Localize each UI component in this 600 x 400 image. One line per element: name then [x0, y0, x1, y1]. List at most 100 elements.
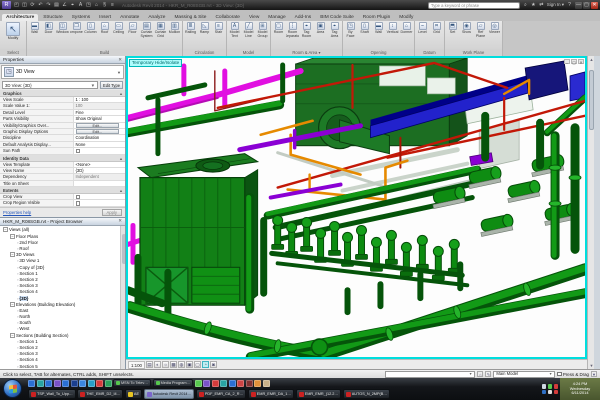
thin-lines-icon[interactable]: ≡: [109, 2, 116, 9]
tab-structure[interactable]: Structure: [39, 14, 66, 21]
tray-icon[interactable]: [548, 384, 553, 389]
viewer-button[interactable]: ◎Viewer: [488, 22, 501, 35]
quick-launch-icon[interactable]: [62, 380, 69, 387]
tab-add-ins[interactable]: Add-Ins: [291, 14, 316, 21]
shadows-icon[interactable]: ▩: [170, 361, 177, 368]
property-value[interactable]: [73, 194, 126, 199]
section-icon[interactable]: §: [101, 2, 108, 9]
taskbar-toolbar-button[interactable]: MSN To Telev…: [113, 379, 151, 387]
quick-launch-icon[interactable]: [45, 380, 52, 387]
view-minimize-button[interactable]: ‒: [564, 59, 570, 64]
property-value[interactable]: 100: [73, 103, 126, 108]
area-button[interactable]: ▣Area: [314, 22, 327, 35]
save-icon[interactable]: ◫: [21, 2, 28, 9]
component-button[interactable]: ❒Component: [70, 22, 83, 35]
section-header-extents[interactable]: Extents▴: [0, 187, 125, 194]
task-button[interactable]: PDF_EMR_CA_2_R…: [196, 389, 246, 399]
tab-insert[interactable]: Insert: [95, 14, 115, 21]
properties-help-link[interactable]: Properties help: [3, 210, 31, 215]
task-button[interactable]: AE: [125, 389, 142, 399]
exchange-icon[interactable]: ⇄: [538, 2, 545, 9]
press-drag-checkbox[interactable]: Press & Drag: [557, 372, 589, 377]
tab-analyze[interactable]: Analyze: [144, 14, 169, 21]
property-value[interactable]: [73, 181, 126, 186]
tab-view[interactable]: View: [245, 14, 263, 21]
tab-collaborate[interactable]: Collaborate: [211, 14, 244, 21]
close-icon[interactable]: ✕: [118, 218, 122, 224]
quick-launch-icon[interactable]: [28, 380, 35, 387]
quick-launch-icon[interactable]: [88, 380, 95, 387]
redo-icon[interactable]: ↷: [45, 2, 52, 9]
section-header-identity-data[interactable]: Identity Data▴: [0, 155, 125, 162]
tray-icon[interactable]: [554, 384, 559, 389]
taskbar-toolbar-button[interactable]: Media Program…: [153, 379, 194, 387]
shaft-button[interactable]: ▯Shaft: [358, 22, 371, 35]
close-icon[interactable]: ✕: [118, 57, 122, 63]
start-button[interactable]: [3, 379, 22, 398]
sign-in-button[interactable]: Sign In ▾: [547, 2, 564, 8]
quick-launch-icon[interactable]: [195, 380, 202, 387]
checkbox[interactable]: [76, 201, 81, 206]
tab-massing-site[interactable]: Massing & Site: [170, 14, 210, 21]
3d-view-canvas[interactable]: Temporary Hide/Isolate ‒▢✕: [126, 56, 587, 359]
detail-level-icon[interactable]: ▤: [146, 361, 153, 368]
property-value[interactable]: None: [73, 142, 126, 147]
view-restore-button[interactable]: ▢: [571, 59, 577, 64]
level-button[interactable]: ⎯Level: [416, 22, 429, 35]
view-scale-button[interactable]: 1:100: [128, 361, 145, 369]
view-close-button[interactable]: ✕: [578, 59, 584, 64]
railing-button[interactable]: ≣Railing: [184, 22, 197, 35]
quick-launch-icon[interactable]: [229, 380, 236, 387]
editable-only-icon[interactable]: ✎: [485, 371, 491, 377]
checkbox[interactable]: [76, 149, 81, 154]
tag-room-button[interactable]: ⌖Tag Room: [300, 22, 313, 39]
ceiling-button[interactable]: ▭Ceiling: [112, 22, 125, 35]
quick-launch-icon[interactable]: [96, 380, 103, 387]
design-option-combo[interactable]: Main Model▼: [493, 371, 555, 378]
sync-icon[interactable]: ⟳: [29, 2, 36, 9]
property-value[interactable]: Coordination: [73, 135, 126, 140]
curtain-grid-button[interactable]: ▦Curtain Grid: [154, 22, 167, 39]
property-value[interactable]: {3D}: [73, 168, 126, 173]
quick-launch-icon[interactable]: [71, 380, 78, 387]
maximize-button[interactable]: ▢: [583, 2, 590, 9]
collapse-icon[interactable]: ▴: [120, 187, 122, 193]
section-header-graphics[interactable]: Graphics▴: [0, 90, 125, 97]
grid-button[interactable]: ⌗Grid: [430, 22, 443, 35]
3d-view-icon[interactable]: ⌂: [93, 2, 100, 9]
tree-expand-icon[interactable]: −: [10, 302, 15, 307]
filter-icon[interactable]: ▼: [591, 371, 597, 377]
workset-combo[interactable]: ▼: [385, 371, 475, 378]
task-button[interactable]: TSP_Wall_To_Upp…: [28, 389, 76, 399]
room-button[interactable]: ▢Room: [272, 22, 285, 35]
model-group-button[interactable]: ⊞Model Group: [256, 22, 269, 39]
reveal-hidden-icon[interactable]: ◙: [210, 361, 217, 368]
property-value[interactable]: <None>: [73, 162, 126, 167]
search-icon[interactable]: ⌕: [522, 2, 529, 9]
quick-launch-icon[interactable]: [37, 380, 44, 387]
quick-launch-icon[interactable]: [105, 380, 112, 387]
ramp-button[interactable]: ◺Ramp: [198, 22, 211, 35]
tag-icon[interactable]: ◳: [85, 2, 92, 9]
text-icon[interactable]: A: [77, 2, 84, 9]
dimension-icon[interactable]: ⌖: [69, 2, 76, 9]
instance-selector[interactable]: 3D View: {3D} ▼: [2, 81, 98, 89]
room-separator-button[interactable]: ┆Room Separator: [286, 22, 299, 39]
favorites-icon[interactable]: ★: [530, 2, 537, 9]
task-button[interactable]: Autodesk Revit 2014…: [144, 389, 195, 399]
column-button[interactable]: ▯Column: [84, 22, 97, 35]
edit-button[interactable]: Edit...: [76, 129, 120, 134]
tray-icon[interactable]: [542, 384, 547, 389]
temporary-hide-isolate-label[interactable]: Temporary Hide/Isolate: [129, 59, 182, 67]
by-face-button[interactable]: ◳By Face: [344, 22, 357, 39]
model-text-button[interactable]: AModel Text: [228, 22, 241, 39]
edit-type-button[interactable]: Edit Type: [100, 81, 123, 89]
set-button[interactable]: ⬒Set: [446, 22, 459, 35]
crop-region-icon[interactable]: ▢: [194, 361, 201, 368]
mullion-button[interactable]: ▥Mullion: [168, 22, 181, 35]
tab-architecture[interactable]: Architecture: [2, 14, 38, 21]
viewport-scrollbar[interactable]: ▲▼: [587, 56, 594, 369]
dormer-button[interactable]: ⌂Dormer: [400, 22, 413, 35]
property-value[interactable]: 1 : 100: [73, 97, 126, 102]
task-button[interactable]: EMR_EMR_(12.2…: [296, 389, 342, 399]
